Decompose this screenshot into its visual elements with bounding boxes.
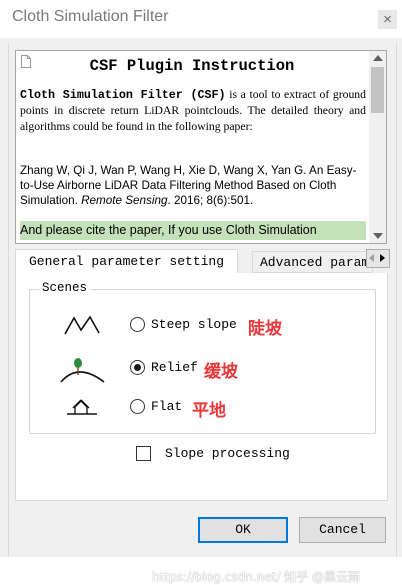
flat-radio[interactable] bbox=[130, 399, 145, 414]
scenes-legend: Scenes bbox=[39, 281, 91, 295]
ok-button[interactable]: OK bbox=[198, 517, 288, 543]
scenes-groupbox: Scenes Steep slope 陡坡 Relief 缓坡 Flat 平地 bbox=[29, 281, 376, 434]
tab-general-parameter-setting[interactable]: General parameter setting bbox=[15, 249, 238, 273]
slope-processing-label[interactable]: Slope processing bbox=[165, 446, 290, 461]
tool-name: Cloth Simulation Filter (CSF) bbox=[20, 88, 226, 102]
relief-icon bbox=[60, 358, 105, 383]
cancel-button[interactable]: Cancel bbox=[299, 517, 386, 543]
citation-tail: . 2016; 8(6):501. bbox=[167, 194, 254, 207]
tab-advanced-parameter[interactable]: Advanced parameter bbox=[252, 251, 373, 273]
steep-slope-icon bbox=[64, 315, 100, 335]
scroll-down-arrow-icon[interactable] bbox=[373, 233, 383, 239]
instruction-title: CSF Plugin Instruction bbox=[89, 57, 295, 75]
vertical-scrollbar[interactable] bbox=[369, 51, 386, 243]
tab-bar: General parameter setting Advanced param… bbox=[15, 249, 390, 274]
title-bar: Cloth Simulation Filter × bbox=[0, 0, 402, 38]
instruction-textbox[interactable]: CSF Plugin Instruction Cloth Simulation … bbox=[15, 50, 387, 244]
scroll-thumb[interactable] bbox=[371, 67, 384, 113]
citation-paragraph: Zhang W, Qi J, Wan P, Wang H, Xie D, Wan… bbox=[20, 163, 366, 208]
tab-scroll-left-icon[interactable] bbox=[369, 254, 374, 262]
window-title: Cloth Simulation Filter bbox=[12, 8, 169, 25]
watermark-text: https://blog.csdn.net/ 知乎 @黑云雨 bbox=[152, 570, 360, 584]
tab-scroll-buttons[interactable] bbox=[366, 249, 390, 268]
steep-slope-label[interactable]: Steep slope bbox=[151, 317, 237, 332]
flat-annotation: 平地 bbox=[192, 401, 226, 421]
tab-scroll-right-icon[interactable] bbox=[380, 254, 385, 262]
relief-radio-dot bbox=[134, 364, 141, 371]
flat-label[interactable]: Flat bbox=[151, 399, 182, 414]
dialog-body: CSF Plugin Instruction Cloth Simulation … bbox=[0, 38, 402, 584]
general-settings-panel: Scenes Steep slope 陡坡 Relief 缓坡 Flat 平地 … bbox=[15, 273, 388, 501]
steep-slope-annotation: 陡坡 bbox=[248, 319, 282, 339]
slope-processing-checkbox[interactable] bbox=[136, 446, 151, 461]
relief-label[interactable]: Relief bbox=[151, 360, 198, 375]
steep-slope-radio[interactable] bbox=[130, 317, 145, 332]
instruction-paragraph: Cloth Simulation Filter (CSF) is a tool … bbox=[20, 87, 366, 134]
journal-name: Remote Sensing bbox=[81, 194, 168, 207]
cite-highlight-line: And please cite the paper, If you use Cl… bbox=[20, 221, 366, 240]
close-button[interactable]: × bbox=[378, 10, 397, 29]
relief-annotation: 缓坡 bbox=[204, 362, 238, 382]
scroll-up-arrow-icon[interactable] bbox=[373, 55, 383, 61]
flat-icon bbox=[67, 399, 97, 415]
relief-radio[interactable] bbox=[130, 360, 145, 375]
